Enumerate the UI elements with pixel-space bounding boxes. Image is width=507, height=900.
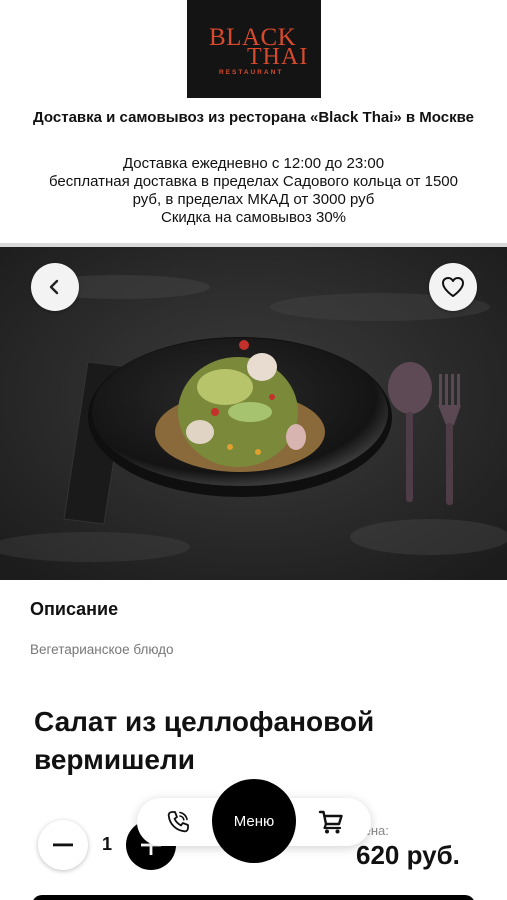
delivery-title: Доставка и самовывоз из ресторана «Black… bbox=[33, 109, 474, 126]
price-value: 620 руб. bbox=[356, 840, 460, 870]
favorite-button[interactable] bbox=[429, 263, 477, 311]
delivery-free-garden-ring: бесплатная доставка в пределах Садового … bbox=[49, 173, 458, 190]
call-button[interactable] bbox=[160, 806, 196, 838]
delivery-free-mkad: руб, в пределах МКАД от 3000 руб bbox=[132, 191, 375, 208]
quantity-value: 1 bbox=[101, 834, 112, 854]
cart-button[interactable] bbox=[313, 806, 349, 838]
logo-text-restaurant: RESTAURANT bbox=[219, 69, 284, 76]
header: BLACK THAI RESTAURANT Доставка и самовыв… bbox=[0, 0, 507, 244]
logo-text-thai: THAI bbox=[247, 44, 309, 70]
add-to-cart-button[interactable] bbox=[32, 895, 475, 900]
menu-button[interactable]: Меню bbox=[212, 779, 296, 863]
phone-icon bbox=[167, 811, 189, 833]
minus-icon bbox=[53, 843, 73, 847]
description-text: Вегетарианское блюдо bbox=[30, 642, 174, 657]
decrease-quantity-button[interactable] bbox=[38, 820, 88, 870]
delivery-hours: Доставка ежедневно с 12:00 до 23:00 bbox=[122, 155, 385, 172]
chevron-left-icon bbox=[49, 279, 59, 295]
cart-icon bbox=[318, 810, 343, 834]
product-title: Салат из целлофановой вермишели bbox=[34, 706, 375, 775]
description-title: Описание bbox=[30, 599, 119, 619]
delivery-info: Доставка ежедневно с 12:00 до 23:00 бесп… bbox=[20, 155, 487, 227]
back-button[interactable] bbox=[31, 263, 79, 311]
heart-icon bbox=[442, 277, 464, 297]
restaurant-logo[interactable]: BLACK THAI RESTAURANT bbox=[187, 0, 321, 98]
pickup-discount: Скидка на самовывоз 30% bbox=[160, 209, 346, 226]
